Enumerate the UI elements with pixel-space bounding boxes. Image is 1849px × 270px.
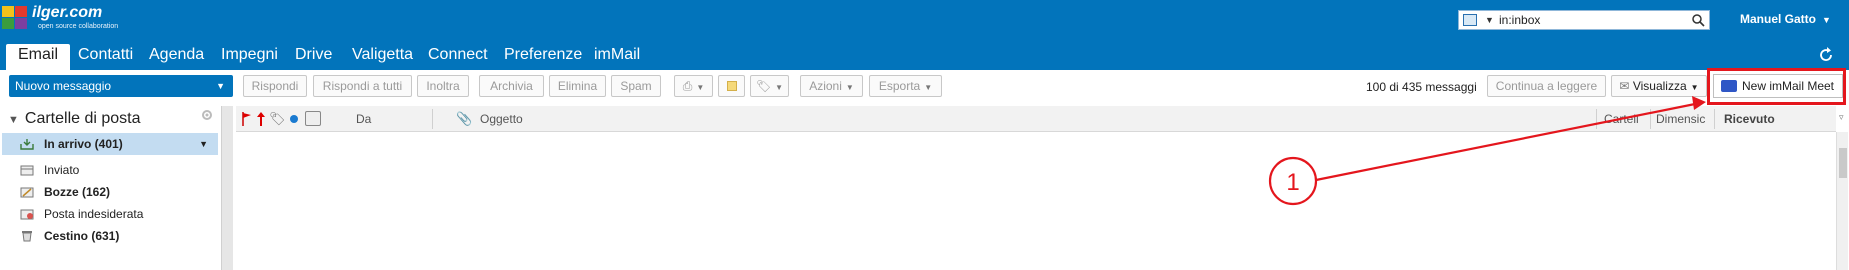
folder-junk[interactable]: Posta indesiderata xyxy=(2,203,218,225)
printer-icon: ⎙ xyxy=(682,79,693,93)
search-input[interactable]: in:inbox xyxy=(1499,13,1540,27)
chevron-down-icon: ▼ xyxy=(1690,83,1699,92)
chevron-down-icon[interactable]: ▼ xyxy=(199,133,208,155)
export-button[interactable]: Esporta ▼ xyxy=(869,75,942,97)
actions-button[interactable]: Azioni ▼ xyxy=(800,75,863,97)
tag-button[interactable]: 🏷 ▼ xyxy=(750,75,789,97)
chevron-down-icon: ▼ xyxy=(845,83,854,92)
column-subject[interactable]: Oggetto xyxy=(480,112,523,126)
new-message-button[interactable]: Nuovo messaggio ▼ xyxy=(9,75,233,97)
logo-brand: ilger.com xyxy=(32,4,103,21)
chevron-down-icon[interactable]: ▼ xyxy=(1485,15,1494,25)
view-button[interactable]: ✉ Visualizza ▼ xyxy=(1611,75,1707,97)
reply-all-button[interactable]: Rispondi a tutti xyxy=(313,75,412,97)
message-status-icon[interactable] xyxy=(305,111,321,126)
column-folder[interactable]: Cartell xyxy=(1604,112,1639,126)
reply-button[interactable]: Rispondi xyxy=(243,75,307,97)
note-icon xyxy=(726,81,737,91)
user-name: Manuel Gatto xyxy=(1740,12,1817,26)
unread-dot-icon[interactable] xyxy=(290,115,298,123)
search-scope-icon[interactable] xyxy=(1463,14,1477,26)
inbox-icon xyxy=(20,139,34,150)
note-button[interactable] xyxy=(718,75,745,97)
sent-icon xyxy=(20,165,34,176)
refresh-icon[interactable] xyxy=(1817,46,1835,64)
forward-button[interactable]: Inoltra xyxy=(417,75,469,97)
chevron-down-icon: ▼ xyxy=(696,83,705,92)
flag-icon[interactable] xyxy=(242,112,252,126)
spam-button[interactable]: Spam xyxy=(611,75,661,97)
junk-icon xyxy=(20,209,34,220)
column-received[interactable]: Ricevuto xyxy=(1724,112,1775,126)
chevron-down-icon: ▼ xyxy=(924,83,933,92)
tag-icon: 🏷 xyxy=(755,79,772,93)
folder-sent[interactable]: Inviato xyxy=(2,159,218,181)
tag-icon[interactable]: 🏷 xyxy=(269,111,286,127)
user-menu[interactable]: Manuel Gatto ▼ xyxy=(1740,12,1831,26)
list-header: 🏷 Da 📎 Oggetto Cartell Dimensic Ricevuto… xyxy=(236,106,1844,132)
scrollbar-thumb[interactable] xyxy=(1839,148,1847,178)
search-box[interactable]: ▼ in:inbox xyxy=(1458,10,1710,30)
envelope-icon: ✉ xyxy=(1619,79,1630,93)
tab-contatti[interactable]: Contatti xyxy=(78,44,133,70)
tab-immail[interactable]: imMail xyxy=(594,44,640,70)
tab-connect[interactable]: Connect xyxy=(428,44,488,70)
export-label: Esporta xyxy=(878,79,921,93)
puzzle-logo-icon xyxy=(2,6,27,29)
tab-preferenze[interactable]: Preferenze xyxy=(504,44,582,70)
chevron-down-icon: ▼ xyxy=(775,83,784,92)
column-from[interactable]: Da xyxy=(356,112,371,126)
folder-drafts[interactable]: Bozze (162) xyxy=(2,181,218,203)
search-icon[interactable] xyxy=(1691,13,1705,27)
tab-drive[interactable]: Drive xyxy=(295,44,332,70)
annotation-highlight-box xyxy=(1707,68,1846,105)
folder-label: Posta indesiderata xyxy=(44,207,144,221)
logo-tagline: open source collaboration xyxy=(38,23,119,30)
sidebar-scrollbar[interactable] xyxy=(221,106,233,270)
folders-header-label: Cartelle di posta xyxy=(24,110,141,127)
folder-inbox[interactable]: In arrivo (401) ▼ xyxy=(2,133,218,155)
column-chooser-icon[interactable]: ▿ xyxy=(1839,112,1844,123)
tab-email[interactable]: Email xyxy=(6,44,71,70)
priority-icon[interactable] xyxy=(257,112,265,126)
tab-agenda[interactable]: Agenda xyxy=(149,44,204,70)
view-label: Visualizza xyxy=(1632,79,1687,93)
new-message-label: Nuovo messaggio xyxy=(15,79,112,93)
message-count: 100 di 435 messaggi xyxy=(1366,80,1477,94)
folder-trash[interactable]: Cestino (631) xyxy=(2,225,218,247)
archive-button[interactable]: Archivia xyxy=(479,75,544,97)
tab-impegni[interactable]: Impegni xyxy=(221,44,278,70)
actions-label: Azioni xyxy=(809,79,842,93)
folder-label: In arrivo (401) xyxy=(44,137,123,151)
continue-reading-button[interactable]: Continua a leggere xyxy=(1487,75,1606,97)
tab-valigetta[interactable]: Valigetta xyxy=(352,44,413,70)
column-size[interactable]: Dimensic xyxy=(1656,112,1705,126)
folders-header[interactable]: ▼ Cartelle di posta xyxy=(8,110,141,128)
drafts-icon xyxy=(20,187,34,198)
logo[interactable]: ilger.com open source collaboration xyxy=(2,2,122,32)
folder-label: Inviato xyxy=(44,163,80,177)
list-scrollbar[interactable] xyxy=(1836,132,1848,270)
delete-button[interactable]: Elimina xyxy=(549,75,606,97)
trash-icon xyxy=(22,231,32,242)
gear-icon[interactable] xyxy=(200,108,214,122)
folder-label: Cestino (631) xyxy=(44,229,120,243)
folder-label: Bozze (162) xyxy=(44,185,111,199)
message-list: 🏷 Da 📎 Oggetto Cartell Dimensic Ricevuto… xyxy=(236,106,1849,270)
chevron-down-icon: ▼ xyxy=(1822,15,1831,25)
print-button[interactable]: ⎙ ▼ xyxy=(674,75,713,97)
chevron-down-icon[interactable]: ▼ xyxy=(216,75,225,97)
collapse-triangle-icon[interactable]: ▼ xyxy=(8,114,19,126)
attachment-icon[interactable]: 📎 xyxy=(456,111,472,127)
